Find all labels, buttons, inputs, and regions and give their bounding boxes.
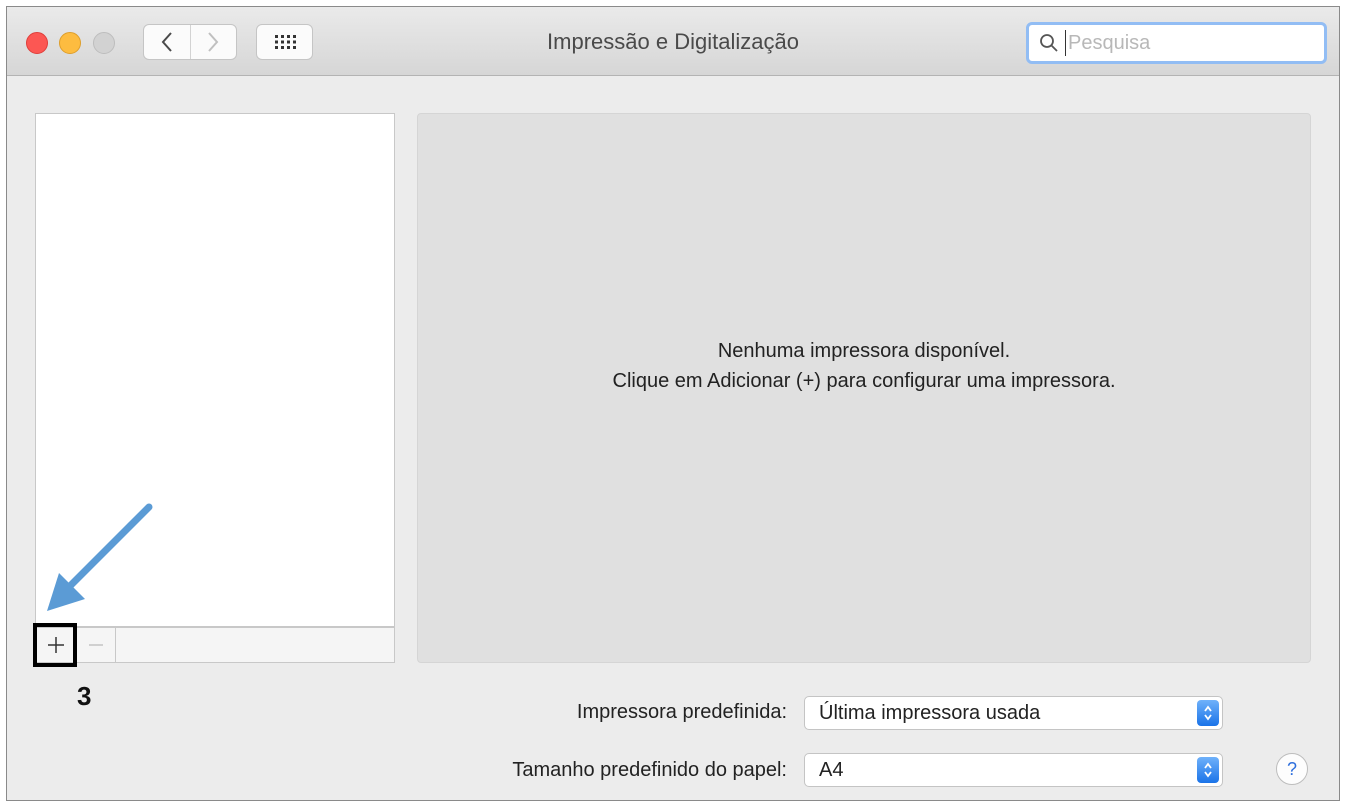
help-button[interactable]: ? — [1276, 753, 1308, 785]
paper-size-popup[interactable]: A4 — [804, 753, 1223, 787]
preferences-window: Impressão e Digitalização 3 — [6, 6, 1340, 801]
search-icon — [1040, 34, 1058, 52]
search-field[interactable] — [1026, 22, 1327, 64]
updown-arrows-icon — [1197, 757, 1219, 783]
printer-detail-pane: Nenhuma impressora disponível. Clique em… — [417, 113, 1311, 663]
arrow-annotation-icon — [47, 503, 153, 611]
default-printer-popup[interactable]: Última impressora usada — [804, 696, 1223, 730]
search-input[interactable] — [1065, 30, 1310, 56]
printer-list-toolbar — [35, 627, 395, 663]
default-printer-label: Impressora predefinida: — [576, 701, 787, 723]
title-bar: Impressão e Digitalização — [7, 7, 1339, 76]
add-button-highlight — [33, 623, 77, 667]
no-printer-message-line2: Clique em Adicionar (+) para configurar … — [612, 370, 1116, 392]
no-printer-message-line1: Nenhuma impressora disponível. — [717, 340, 1011, 362]
paper-size-value: A4 — [819, 758, 844, 781]
default-printer-value: Última impressora usada — [819, 701, 1041, 724]
updown-arrows-icon — [1197, 700, 1219, 726]
minus-icon — [88, 644, 103, 646]
no-printer-message: Nenhuma impressora disponível. Clique em… — [418, 336, 1310, 396]
paper-size-label: Tamanho predefinido do papel: — [512, 759, 787, 781]
remove-printer-button[interactable] — [76, 628, 116, 662]
step-number-label: 3 — [77, 681, 92, 711]
